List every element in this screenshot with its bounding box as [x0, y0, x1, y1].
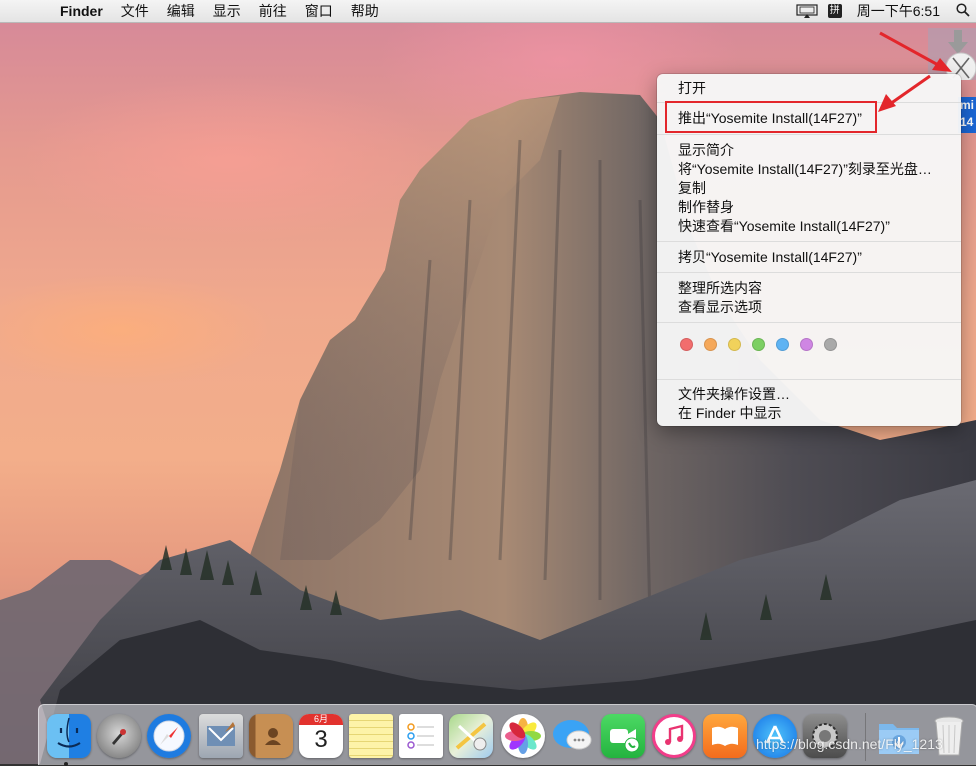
menu-separator [657, 134, 961, 135]
ibooks-icon[interactable] [703, 714, 747, 758]
menu-bar: Finder 文件 编辑 显示 前往 窗口 帮助 拼 周一下午6:51 [0, 0, 976, 23]
tag-gray-dot[interactable] [824, 338, 837, 351]
menu-separator [657, 241, 961, 242]
dock: 6月 3 [38, 704, 976, 766]
menu-bar-status-area: 拼 周一下午6:51 [793, 0, 976, 22]
messages-icon[interactable] [551, 714, 595, 758]
tag-colors-row [680, 338, 848, 351]
tag-red-dot[interactable] [680, 338, 693, 351]
itunes-icon[interactable] [652, 714, 696, 758]
contacts-icon[interactable] [249, 714, 293, 758]
app-menu-finder[interactable]: Finder [58, 0, 112, 22]
menu-help[interactable]: 帮助 [342, 0, 388, 22]
tag-yellow-dot[interactable] [728, 338, 741, 351]
menu-item-reveal-in-finder[interactable]: 在 Finder 中显示 [657, 404, 961, 423]
menu-file[interactable]: 文件 [112, 0, 158, 22]
safari-icon[interactable] [147, 714, 191, 758]
airplay-display-icon[interactable] [793, 0, 821, 22]
menu-item-make-alias[interactable]: 制作替身 [657, 198, 961, 217]
annotation-highlight-box [665, 101, 877, 133]
calendar-icon[interactable]: 6月 3 [299, 714, 343, 758]
calendar-day: 3 [314, 726, 328, 753]
menu-separator [657, 272, 961, 273]
menu-separator [657, 322, 961, 323]
watermark-text: https://blog.csdn.net/Fly_1213 [756, 736, 943, 752]
menu-edit[interactable]: 编辑 [158, 0, 204, 22]
menu-go[interactable]: 前往 [250, 0, 296, 22]
reminders-icon[interactable] [399, 714, 443, 758]
tag-purple-dot[interactable] [800, 338, 813, 351]
menu-item-burn-to-disc[interactable]: 将“Yosemite Install(14F27)”刻录至光盘… [657, 160, 961, 179]
menu-item-show-view-options[interactable]: 查看显示选项 [657, 298, 961, 317]
disk-label-line: 14 [960, 115, 974, 129]
menu-bar-clock[interactable]: 周一下午6:51 [849, 1, 950, 21]
launchpad-icon[interactable] [97, 714, 141, 758]
tag-green-dot[interactable] [752, 338, 765, 351]
menu-item-open[interactable]: 打开 [657, 79, 961, 98]
menu-window[interactable]: 窗口 [296, 0, 342, 22]
menu-item-quick-look[interactable]: 快速查看“Yosemite Install(14F27)” [657, 217, 961, 236]
disk-label-line: mi [960, 98, 975, 112]
input-method-icon[interactable]: 拼 [821, 0, 849, 22]
facetime-icon[interactable] [601, 714, 645, 758]
running-indicator [64, 762, 68, 766]
finder-icon[interactable] [47, 714, 91, 758]
context-menu: 打开 推出“Yosemite Install(14F27)” 显示简介 将“Yo… [657, 74, 961, 426]
notes-icon[interactable] [349, 714, 393, 758]
spotlight-search-icon[interactable] [950, 2, 976, 20]
menu-view[interactable]: 显示 [204, 0, 250, 22]
menu-separator [657, 379, 961, 380]
yosemite-install-disk-icon[interactable] [928, 28, 976, 84]
menu-item-duplicate[interactable]: 复制 [657, 179, 961, 198]
maps-icon[interactable] [449, 714, 493, 758]
menu-item-clean-up-selection[interactable]: 整理所选内容 [657, 279, 961, 298]
apple-menu-icon[interactable] [0, 0, 58, 22]
tag-blue-dot[interactable] [776, 338, 789, 351]
menu-item-copy[interactable]: 拷贝“Yosemite Install(14F27)” [657, 248, 961, 267]
menu-item-folder-actions-setup[interactable]: 文件夹操作设置… [657, 385, 961, 404]
calendar-month: 6月 [299, 714, 343, 725]
tag-orange-dot[interactable] [704, 338, 717, 351]
mail-icon[interactable] [199, 714, 243, 758]
menu-item-get-info[interactable]: 显示简介 [657, 141, 961, 160]
photos-icon[interactable] [501, 714, 545, 758]
